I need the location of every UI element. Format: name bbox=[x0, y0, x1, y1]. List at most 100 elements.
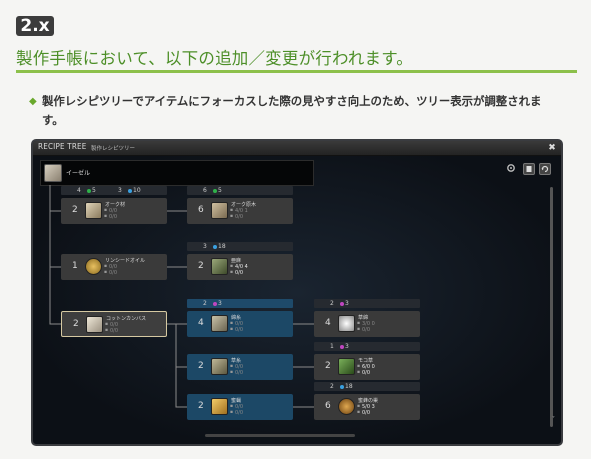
node-quantity: 4 bbox=[325, 318, 331, 328]
retainer-icon: ▪ bbox=[105, 328, 109, 333]
node-retainer-count: 0/0 bbox=[362, 327, 371, 333]
inventory-icon: ▪ bbox=[104, 264, 108, 269]
recipe-tree-window: RECIPE TREE 製作レシピツリー ✖ イーゼル 4 5 3 10 6 5… bbox=[31, 139, 563, 446]
node-retainer-count: 0/0 bbox=[362, 410, 371, 416]
node-name: 草綿 bbox=[358, 315, 369, 321]
recipe-node-oak-log[interactable]: 6 オーク原木 ▪ 4/0 1 ▪ 0/0 bbox=[187, 198, 293, 224]
node-name: 蜜蜂の巣 bbox=[358, 398, 379, 404]
node-retainer-count: 0/0 bbox=[235, 270, 244, 276]
change-note: 製作レシピツリーでアイテムにフォーカスした際の見やすさ向上のため、ツリー表示が調… bbox=[42, 94, 542, 127]
recipe-node-beeswax[interactable]: 2 蜜蝋 ▪ 0/0 ▪ 0/0 bbox=[187, 394, 293, 420]
node-name: オーク材 bbox=[105, 202, 126, 208]
headline: 製作手帳において、以下の追加／変更が行われます。 bbox=[16, 49, 414, 68]
oak-log-icon bbox=[211, 202, 228, 219]
recipe-node-moko-grass[interactable]: 2 モコ草 ▪ 6/0 0 ▪ 0/0 bbox=[314, 354, 420, 380]
node-quantity: 6 bbox=[325, 401, 331, 411]
inventory-icon: ▪ bbox=[230, 208, 234, 213]
retainer-icon: ▪ bbox=[230, 270, 234, 275]
recipe-node-flax[interactable]: 2 亜麻 ▪ 4/0 4 ▪ 0/0 bbox=[187, 254, 293, 280]
header-left-value: 18 bbox=[345, 383, 353, 390]
node-retainer-count: 0/0 bbox=[235, 370, 244, 376]
header-moko-grass: 1 3 bbox=[314, 342, 420, 351]
node-quantity: 2 bbox=[198, 401, 204, 411]
header-oak-log: 6 5 bbox=[187, 186, 293, 195]
bullet-icon: ◆ bbox=[29, 96, 37, 107]
header-left-value: 3 bbox=[218, 300, 222, 307]
node-retainer-count: 0/0 bbox=[235, 327, 244, 333]
cotton-boll-icon bbox=[338, 315, 355, 332]
header-right-value: 10 bbox=[133, 187, 141, 194]
inventory-icon: ▪ bbox=[230, 364, 234, 369]
header-left-number: 6 bbox=[203, 187, 207, 194]
straw-yarn-icon bbox=[211, 358, 228, 375]
recipe-node-linseed-oil[interactable]: 1 リンシードオイル ▪ 0/0 ▪ 0/0 bbox=[61, 254, 167, 280]
node-name: モコ草 bbox=[358, 358, 374, 364]
retainer-icon: ▪ bbox=[230, 410, 234, 415]
node-name: コットンカンバス bbox=[106, 316, 147, 322]
recipe-node-cotton-boll[interactable]: 4 草綿 ▪ 3/0 0 ▪ 0/0 bbox=[314, 311, 420, 337]
recipe-node-honeycomb[interactable]: 6 蜜蜂の巣 ▪ 5/0 3 ▪ 0/0 bbox=[314, 394, 420, 420]
retainer-icon: ▪ bbox=[357, 410, 361, 415]
node-retainer-count: 0/0 bbox=[109, 270, 118, 276]
header-honeycomb: 2 18 bbox=[314, 382, 420, 391]
inventory-icon: ▪ bbox=[230, 264, 234, 269]
linseed-oil-icon bbox=[85, 258, 102, 275]
header-left-number: 2 bbox=[330, 383, 334, 390]
node-quantity: 4 bbox=[198, 318, 204, 328]
header-cotton-boll: 2 3 bbox=[314, 299, 420, 308]
inventory-icon: ▪ bbox=[230, 404, 234, 409]
node-quantity: 2 bbox=[198, 261, 204, 271]
horizontal-scrollbar[interactable] bbox=[205, 434, 355, 437]
node-name: リンシードオイル bbox=[105, 258, 146, 264]
header-left-value: 18 bbox=[218, 243, 226, 250]
node-quantity: 2 bbox=[325, 361, 331, 371]
inventory-icon: ▪ bbox=[105, 322, 109, 327]
node-quantity: 2 bbox=[72, 205, 78, 215]
header-left-number: 2 bbox=[330, 300, 334, 307]
retainer-icon: ▪ bbox=[230, 214, 234, 219]
inventory-icon: ▪ bbox=[357, 321, 361, 326]
node-quantity: 2 bbox=[73, 319, 79, 329]
version-badge: 2.x bbox=[16, 16, 54, 36]
recipe-node-cotton-canvas[interactable]: 2 コットンカンバス ▪ 0/0 ▪ 0/0 bbox=[61, 311, 167, 337]
node-retainer-count: 0/0 bbox=[109, 214, 118, 220]
retainer-icon: ▪ bbox=[230, 327, 234, 332]
vertical-scrollbar[interactable] bbox=[550, 187, 553, 427]
header-cotton-yarn: 2 3 bbox=[187, 299, 293, 308]
honeycomb-icon bbox=[338, 398, 355, 415]
node-retainer-count: 0/0 bbox=[235, 410, 244, 416]
header-left-number: 4 bbox=[77, 187, 81, 194]
header-left-number: 2 bbox=[203, 300, 207, 307]
node-name: 蜜蝋 bbox=[231, 398, 242, 404]
inventory-icon: ▪ bbox=[230, 321, 234, 326]
header-oak-lumber: 4 5 3 10 bbox=[61, 186, 167, 195]
header-left-number: 1 bbox=[330, 343, 334, 350]
node-name: 亜麻 bbox=[231, 258, 242, 264]
node-quantity: 2 bbox=[198, 361, 204, 371]
node-quantity: 6 bbox=[198, 205, 204, 215]
recipe-node-straw-yarn[interactable]: 2 草糸 ▪ 0/0 ▪ 0/0 bbox=[187, 354, 293, 380]
headline-rule bbox=[16, 70, 577, 73]
header-left-number: 3 bbox=[203, 243, 207, 250]
retainer-icon: ▪ bbox=[104, 270, 108, 275]
cotton-yarn-icon bbox=[211, 315, 228, 332]
beeswax-icon bbox=[211, 398, 228, 415]
moko-grass-icon bbox=[338, 358, 355, 375]
header-flax: 3 18 bbox=[187, 242, 293, 251]
node-retainer-count: 0/0 bbox=[110, 328, 119, 334]
recipe-node-oak-lumber[interactable]: 2 オーク材 ▪ 0/0 ▪ 0/0 bbox=[61, 198, 167, 224]
recipe-node-cotton-yarn[interactable]: 4 綿糸 ▪ 0/0 ▪ 0/0 bbox=[187, 311, 293, 337]
chevron-down-icon[interactable]: ˅ bbox=[552, 416, 555, 423]
retainer-icon: ▪ bbox=[104, 214, 108, 219]
inventory-icon: ▪ bbox=[104, 208, 108, 213]
flax-icon bbox=[211, 258, 228, 275]
header-left-value: 5 bbox=[218, 187, 222, 194]
cotton-canvas-icon bbox=[86, 316, 103, 333]
header-left-value: 5 bbox=[92, 187, 96, 194]
node-retainer-count: 0/0 bbox=[235, 214, 244, 220]
inventory-icon: ▪ bbox=[357, 364, 361, 369]
node-retainer-count: 0/0 bbox=[362, 370, 371, 376]
node-quantity: 1 bbox=[72, 261, 78, 271]
retainer-icon: ▪ bbox=[357, 370, 361, 375]
header-right-number: 3 bbox=[118, 187, 122, 194]
